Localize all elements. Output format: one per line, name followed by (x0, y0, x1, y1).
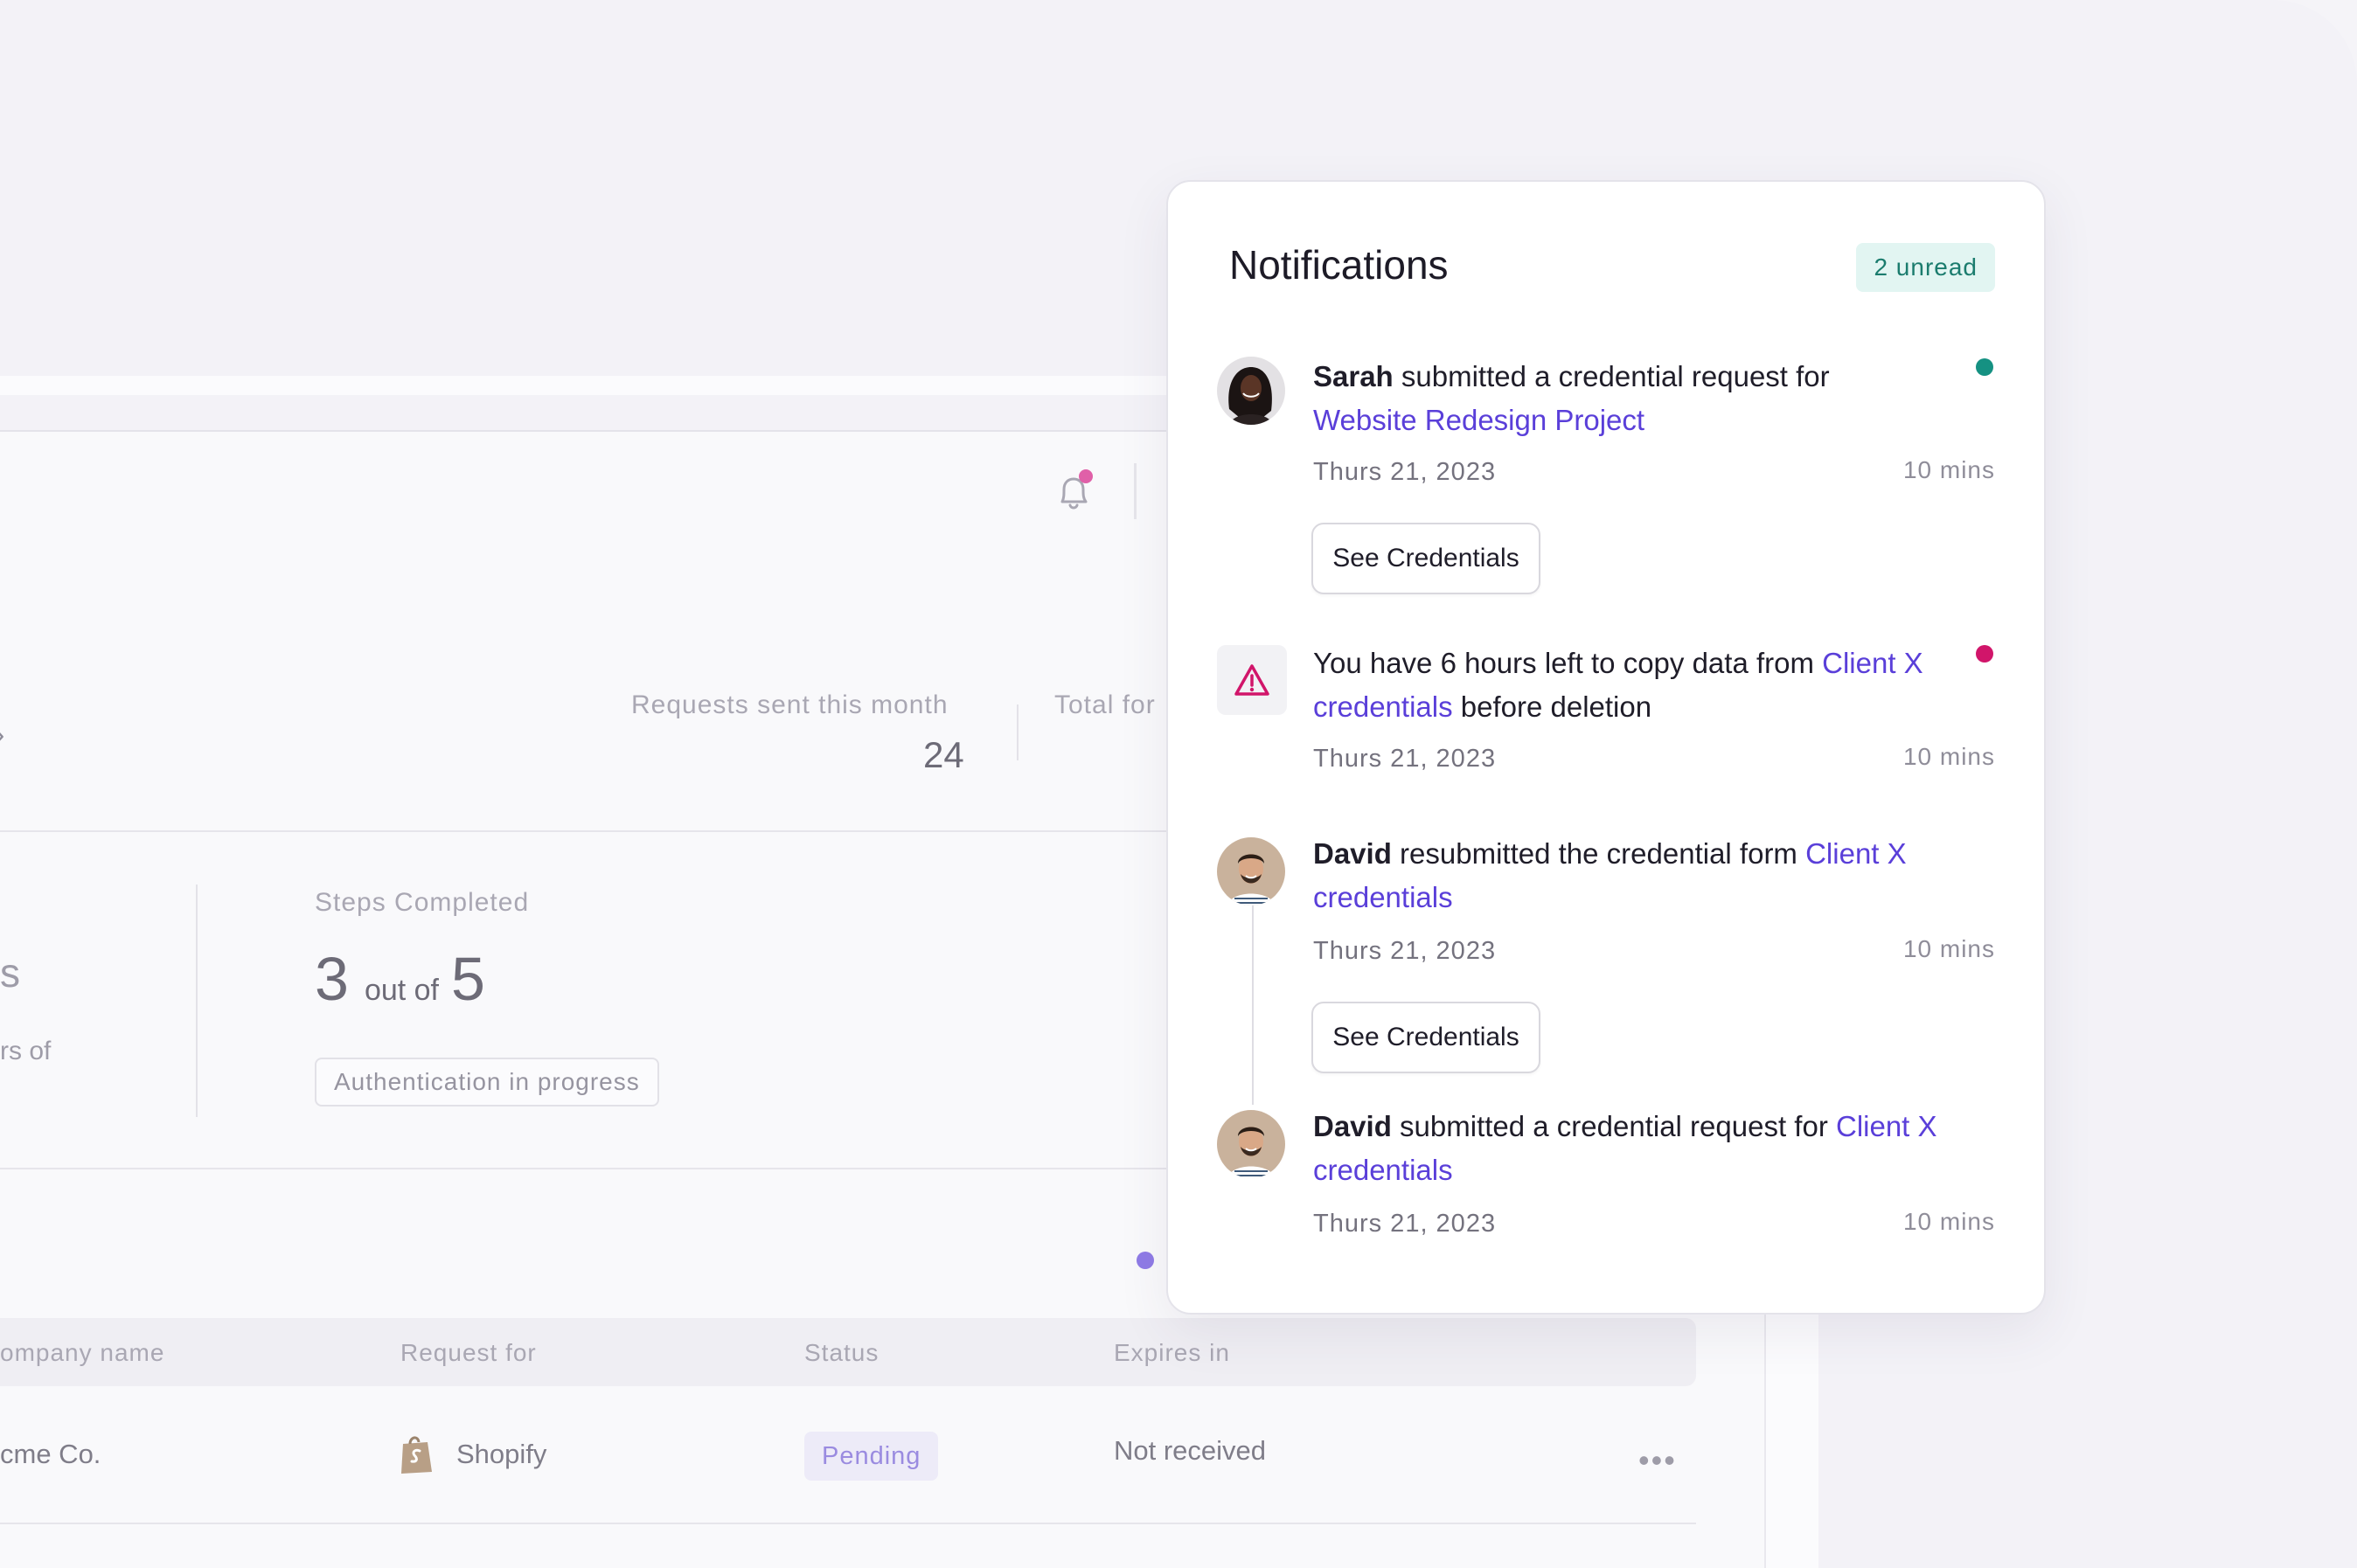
sender-name: Sarah (1313, 360, 1394, 392)
notification-bell-icon[interactable] (1053, 468, 1095, 516)
col-company: ompany name (0, 1339, 165, 1366)
col-request-for: Request for (400, 1339, 537, 1366)
requests-value: 24 (923, 734, 964, 775)
notification-message: David submitted a credential request for… (1313, 1105, 1951, 1192)
notification-date: Thurs 21, 2023 (1313, 1210, 1497, 1238)
notification-message: Sarah submitted a credential request for… (1313, 355, 1951, 442)
steps-label: Steps Completed (315, 888, 530, 917)
notification-date: Thurs 21, 2023 (1313, 937, 1497, 965)
cell-request-for: Shopify (456, 1439, 547, 1469)
project-link[interactable]: Website Redesign Project (1313, 404, 1644, 436)
col-expires: Expires in (1114, 1339, 1230, 1366)
stat-divider (196, 885, 198, 1117)
unread-badge: 2 unread (1856, 243, 1995, 292)
header-divider (1134, 463, 1137, 519)
total-label: Total for (1054, 690, 1156, 719)
steps-done: 3 (315, 945, 349, 1013)
notification-time: 10 mins (1902, 1208, 1995, 1235)
notification-message: You have 6 hours left to copy data from … (1313, 642, 1943, 729)
avatar (1217, 837, 1285, 905)
chevron-right-icon[interactable]: › (0, 718, 4, 753)
app-window: › Requests sent this month 24 Total for … (0, 0, 2357, 1568)
notification-date: Thurs 21, 2023 (1313, 745, 1497, 773)
stat-sub-fragment: rs of (0, 1037, 52, 1065)
more-options-icon[interactable]: ••• (1638, 1442, 1677, 1479)
warning-icon (1217, 645, 1287, 715)
avatar (1217, 1110, 1285, 1178)
message-text: submitted a credential request for (1391, 1110, 1836, 1142)
notification-date: Thurs 21, 2023 (1313, 458, 1497, 486)
section-divider (0, 830, 1172, 832)
thread-line (1252, 905, 1254, 1105)
notifications-panel: Notifications 2 unread Sarah submitted a… (1166, 180, 2046, 1315)
cell-expires: Not received (1114, 1435, 1267, 1466)
row-divider (0, 1523, 1696, 1524)
avatar (1217, 357, 1285, 425)
notification-time: 10 mins (1902, 935, 1995, 962)
col-status: Status (804, 1339, 880, 1366)
unread-dot (1976, 645, 1993, 663)
see-credentials-button[interactable]: See Credentials (1311, 523, 1540, 594)
message-text: submitted a credential request for (1393, 360, 1830, 392)
steps-out-of: out of (364, 974, 440, 1007)
steps-progress: 3 out of 5 (315, 944, 485, 1014)
sender-name: David (1313, 837, 1392, 870)
panel-title: Notifications (1229, 242, 1449, 288)
carousel-dot[interactable] (1137, 1252, 1154, 1269)
message-text: resubmitted the credential form (1391, 837, 1806, 870)
shopify-icon (399, 1433, 435, 1475)
stat-divider (1017, 704, 1019, 760)
steps-total: 5 (451, 945, 485, 1013)
cell-company: cme Co. (0, 1439, 101, 1469)
notification-time: 10 mins (1902, 743, 1995, 770)
requests-label: Requests sent this month (631, 690, 949, 719)
message-text: You have 6 hours left to copy data from (1313, 647, 1823, 679)
section-divider (0, 1168, 1172, 1169)
sender-name: David (1313, 1110, 1392, 1142)
message-suffix: before deletion (1452, 690, 1652, 723)
see-credentials-button[interactable]: See Credentials (1311, 1002, 1540, 1073)
notification-message: David resubmitted the credential form Cl… (1313, 832, 1951, 919)
auth-status-tag: Authentication in progress (315, 1058, 659, 1107)
stat-fragment: s (0, 950, 20, 996)
notification-time: 10 mins (1902, 456, 1995, 483)
status-badge: Pending (804, 1432, 939, 1481)
unread-dot (1976, 358, 1993, 376)
top-band (0, 376, 1241, 395)
